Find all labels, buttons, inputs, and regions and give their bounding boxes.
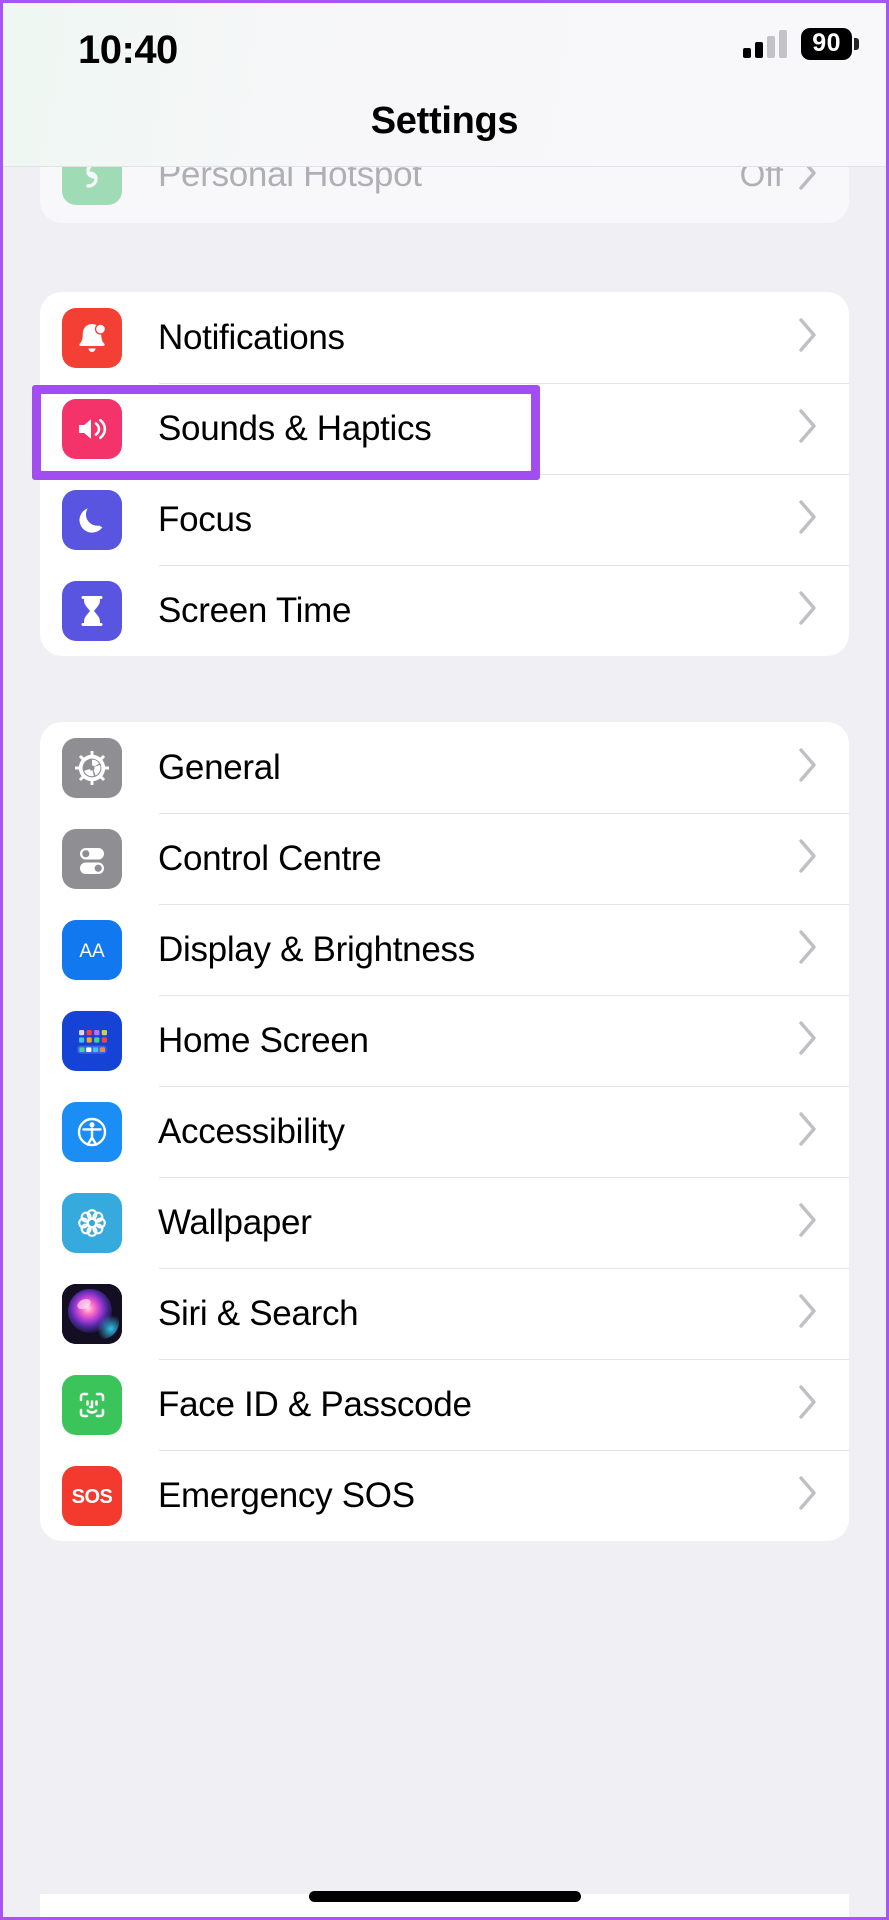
sidebar-item-emergency-sos[interactable]: SOS Emergency SOS xyxy=(40,1450,849,1541)
chevron-right-icon xyxy=(797,1201,819,1244)
accessibility-icon xyxy=(62,1101,122,1162)
speaker-wave-icon xyxy=(62,398,122,459)
settings-group-general: General Control Centre AA Display & Brig… xyxy=(40,722,849,1541)
row-label: Siri & Search xyxy=(158,1293,359,1333)
chevron-right-icon xyxy=(797,407,819,450)
app-grid-icon xyxy=(62,1010,122,1071)
chevron-right-icon xyxy=(797,1110,819,1153)
row-label: Wallpaper xyxy=(158,1202,312,1242)
settings-scroll-view[interactable]: Personal Hotspot Off Notifications Sound… xyxy=(0,0,889,1920)
status-bar: 10:40 90 xyxy=(0,0,889,92)
row-label: Control Centre xyxy=(158,838,382,878)
row-label: General xyxy=(158,747,281,787)
sidebar-item-display-and-brightness[interactable]: AA Display & Brightness xyxy=(40,904,849,995)
flower-icon xyxy=(62,1192,122,1253)
row-label: Home Screen xyxy=(158,1020,369,1060)
sidebar-item-notifications[interactable]: Notifications xyxy=(40,292,849,383)
sidebar-item-control-centre[interactable]: Control Centre xyxy=(40,813,849,904)
bell-icon xyxy=(62,307,122,368)
iphone-settings-screen: Personal Hotspot Off Notifications Sound… xyxy=(0,0,889,1920)
siri-orb-icon xyxy=(62,1283,122,1344)
chevron-right-icon xyxy=(797,837,819,880)
chevron-right-icon xyxy=(797,1292,819,1335)
status-bar-indicators: 90 xyxy=(743,28,859,60)
chevron-right-icon xyxy=(797,1383,819,1426)
chevron-right-icon xyxy=(797,1019,819,1062)
face-id-icon xyxy=(62,1374,122,1435)
row-label: Display & Brightness xyxy=(158,929,475,969)
sidebar-item-focus[interactable]: Focus xyxy=(40,474,849,565)
text-size-aa-icon: AA xyxy=(62,919,122,980)
sidebar-item-general[interactable]: General xyxy=(40,722,849,813)
row-label: Accessibility xyxy=(158,1111,345,1151)
svg-text:AA: AA xyxy=(79,941,105,962)
chevron-right-icon xyxy=(797,746,819,789)
row-label: Screen Time xyxy=(158,590,352,630)
sidebar-item-wallpaper[interactable]: Wallpaper xyxy=(40,1177,849,1268)
settings-group-notifications: Notifications Sounds & Haptics Focus Scr… xyxy=(40,292,849,656)
gear-icon xyxy=(62,737,122,798)
status-bar-clock: 10:40 xyxy=(78,28,178,72)
sidebar-item-siri-and-search[interactable]: Siri & Search xyxy=(40,1268,849,1359)
sidebar-item-accessibility[interactable]: Accessibility xyxy=(40,1086,849,1177)
chevron-right-icon xyxy=(797,1474,819,1517)
moon-icon xyxy=(62,489,122,550)
cellular-bars-icon xyxy=(743,30,788,58)
chevron-right-icon xyxy=(797,498,819,541)
sidebar-item-sounds-and-haptics[interactable]: Sounds & Haptics xyxy=(40,383,849,474)
sidebar-item-home-screen[interactable]: Home Screen xyxy=(40,995,849,1086)
sos-icon: SOS xyxy=(62,1465,122,1526)
sidebar-item-face-id-and-passcode[interactable]: Face ID & Passcode xyxy=(40,1359,849,1450)
sidebar-item-screen-time[interactable]: Screen Time xyxy=(40,565,849,656)
navigation-header: 10:40 90 Settings xyxy=(0,0,889,167)
row-label: Notifications xyxy=(158,317,345,357)
chevron-right-icon xyxy=(797,316,819,359)
battery-icon: 90 xyxy=(801,28,859,60)
battery-tip xyxy=(854,38,859,50)
row-label: Face ID & Passcode xyxy=(158,1384,472,1424)
battery-level-label: 90 xyxy=(801,28,852,60)
home-indicator[interactable] xyxy=(308,1891,581,1902)
chevron-right-icon xyxy=(797,589,819,632)
hourglass-icon xyxy=(62,580,122,641)
row-label: Focus xyxy=(158,499,252,539)
svg-text:SOS: SOS xyxy=(72,1486,113,1508)
page-title: Settings xyxy=(370,100,519,142)
chevron-right-icon xyxy=(797,928,819,971)
toggles-icon xyxy=(62,828,122,889)
row-label: Emergency SOS xyxy=(158,1475,415,1515)
row-label: Sounds & Haptics xyxy=(158,408,432,448)
